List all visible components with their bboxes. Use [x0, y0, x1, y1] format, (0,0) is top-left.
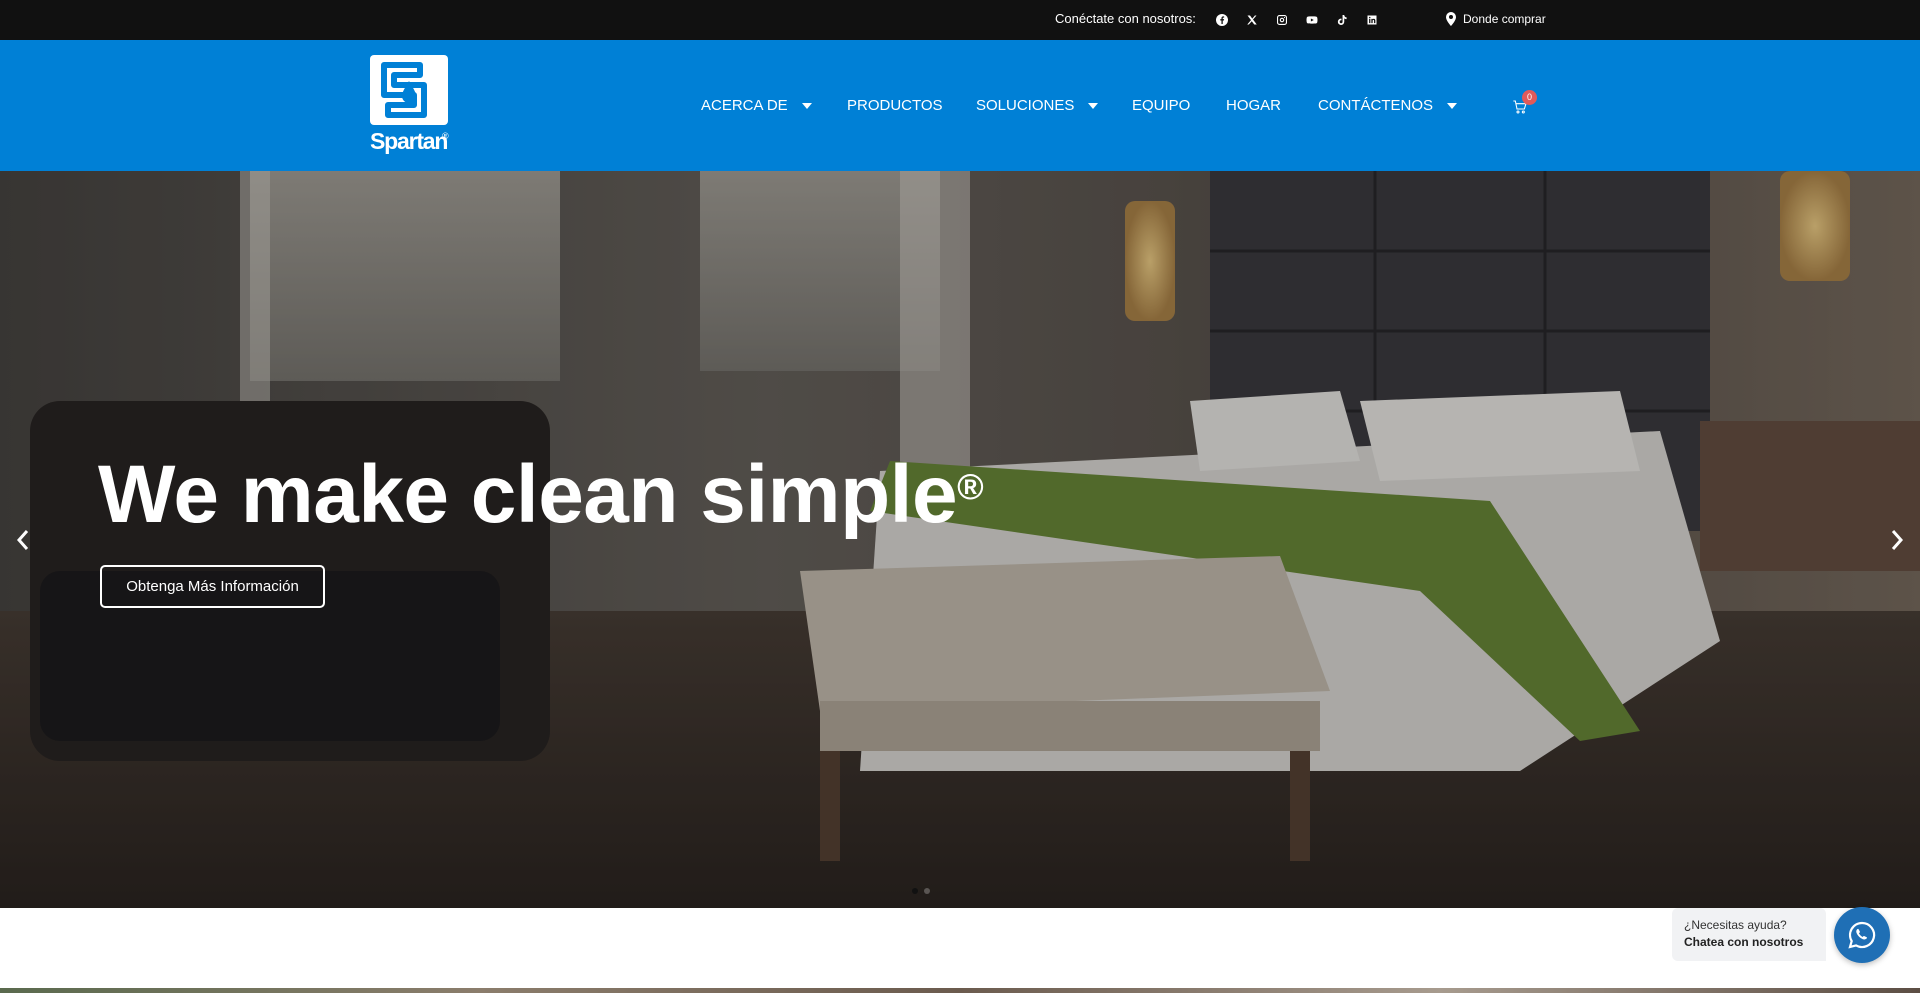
chat-help-question: ¿Necesitas ayuda?: [1684, 918, 1787, 932]
logo-drop-mark: [381, 62, 427, 118]
youtube-icon[interactable]: [1304, 12, 1320, 28]
nav-label: HOGAR: [1226, 97, 1282, 114]
nav-label: CONTÁCTENOS: [1318, 97, 1434, 114]
whatsapp-icon: [1848, 921, 1876, 949]
top-bar: Conéctate con nosotros: Donde comprar: [0, 0, 1920, 40]
whatsapp-chat-button[interactable]: [1834, 907, 1890, 963]
nav-label: PRODUCTOS: [847, 97, 943, 114]
nav-label: EQUIPO: [1132, 97, 1191, 114]
nav-item-contactenos[interactable]: CONTÁCTENOS: [1318, 97, 1458, 115]
nav-label: SOLUCIONES: [976, 97, 1075, 114]
where-to-buy-label: Donde comprar: [1463, 12, 1546, 26]
nav-label: ACERCA DE: [701, 97, 788, 114]
x-icon[interactable]: [1244, 12, 1260, 28]
slider-dot-1[interactable]: [912, 888, 918, 894]
tiktok-icon[interactable]: [1334, 12, 1350, 28]
slider-next-button[interactable]: [1886, 527, 1908, 553]
nav-item-acerca-de[interactable]: ACERCA DE: [701, 97, 812, 115]
nav-item-hogar[interactable]: HOGAR: [1226, 97, 1281, 115]
hero-headline: We make clean simple®: [98, 448, 984, 542]
hero-headline-text: We make clean simple: [98, 449, 958, 540]
nav-item-soluciones[interactable]: SOLUCIONES: [976, 97, 1099, 115]
spartan-logo[interactable]: Spartan ®: [370, 55, 450, 157]
logo-wordmark: Spartan: [370, 128, 448, 154]
hero-slider: We make clean simple® Obtenga Más Inform…: [0, 171, 1920, 908]
chat-help-bubble[interactable]: ¿Necesitas ayuda? Chatea con nosotros: [1672, 908, 1826, 961]
learn-more-button[interactable]: Obtenga Más Información: [100, 565, 325, 608]
nav-item-productos[interactable]: PRODUCTOS: [847, 97, 943, 115]
cart-button[interactable]: 0: [1512, 90, 1537, 117]
chevron-left-icon: [16, 530, 29, 550]
chat-help-action: Chatea con nosotros: [1684, 935, 1804, 949]
next-section-image-edge: [0, 988, 1920, 993]
connect-label: Conéctate con nosotros:: [1055, 11, 1196, 26]
chevron-right-icon: [1891, 530, 1904, 550]
cart-count-badge: 0: [1522, 90, 1537, 105]
facebook-icon[interactable]: [1214, 12, 1230, 28]
hero-registered-mark: ®: [957, 466, 984, 507]
main-header: Spartan ® ACERCA DE PRODUCTOS SOLUCIONES…: [0, 40, 1920, 171]
logo-tile: [370, 55, 448, 125]
nav-item-equipo[interactable]: EQUIPO: [1132, 97, 1190, 115]
caret-down-icon: [801, 103, 812, 109]
linkedin-icon[interactable]: [1364, 12, 1380, 28]
instagram-icon[interactable]: [1274, 12, 1290, 28]
caret-down-icon: [1088, 103, 1099, 109]
caret-down-icon: [1447, 103, 1458, 109]
where-to-buy-link[interactable]: Donde comprar: [1446, 11, 1546, 27]
slider-dot-2[interactable]: [924, 888, 930, 894]
logo-registered-mark: ®: [442, 131, 449, 141]
map-pin-icon: [1446, 12, 1456, 26]
slider-prev-button[interactable]: [12, 527, 34, 553]
